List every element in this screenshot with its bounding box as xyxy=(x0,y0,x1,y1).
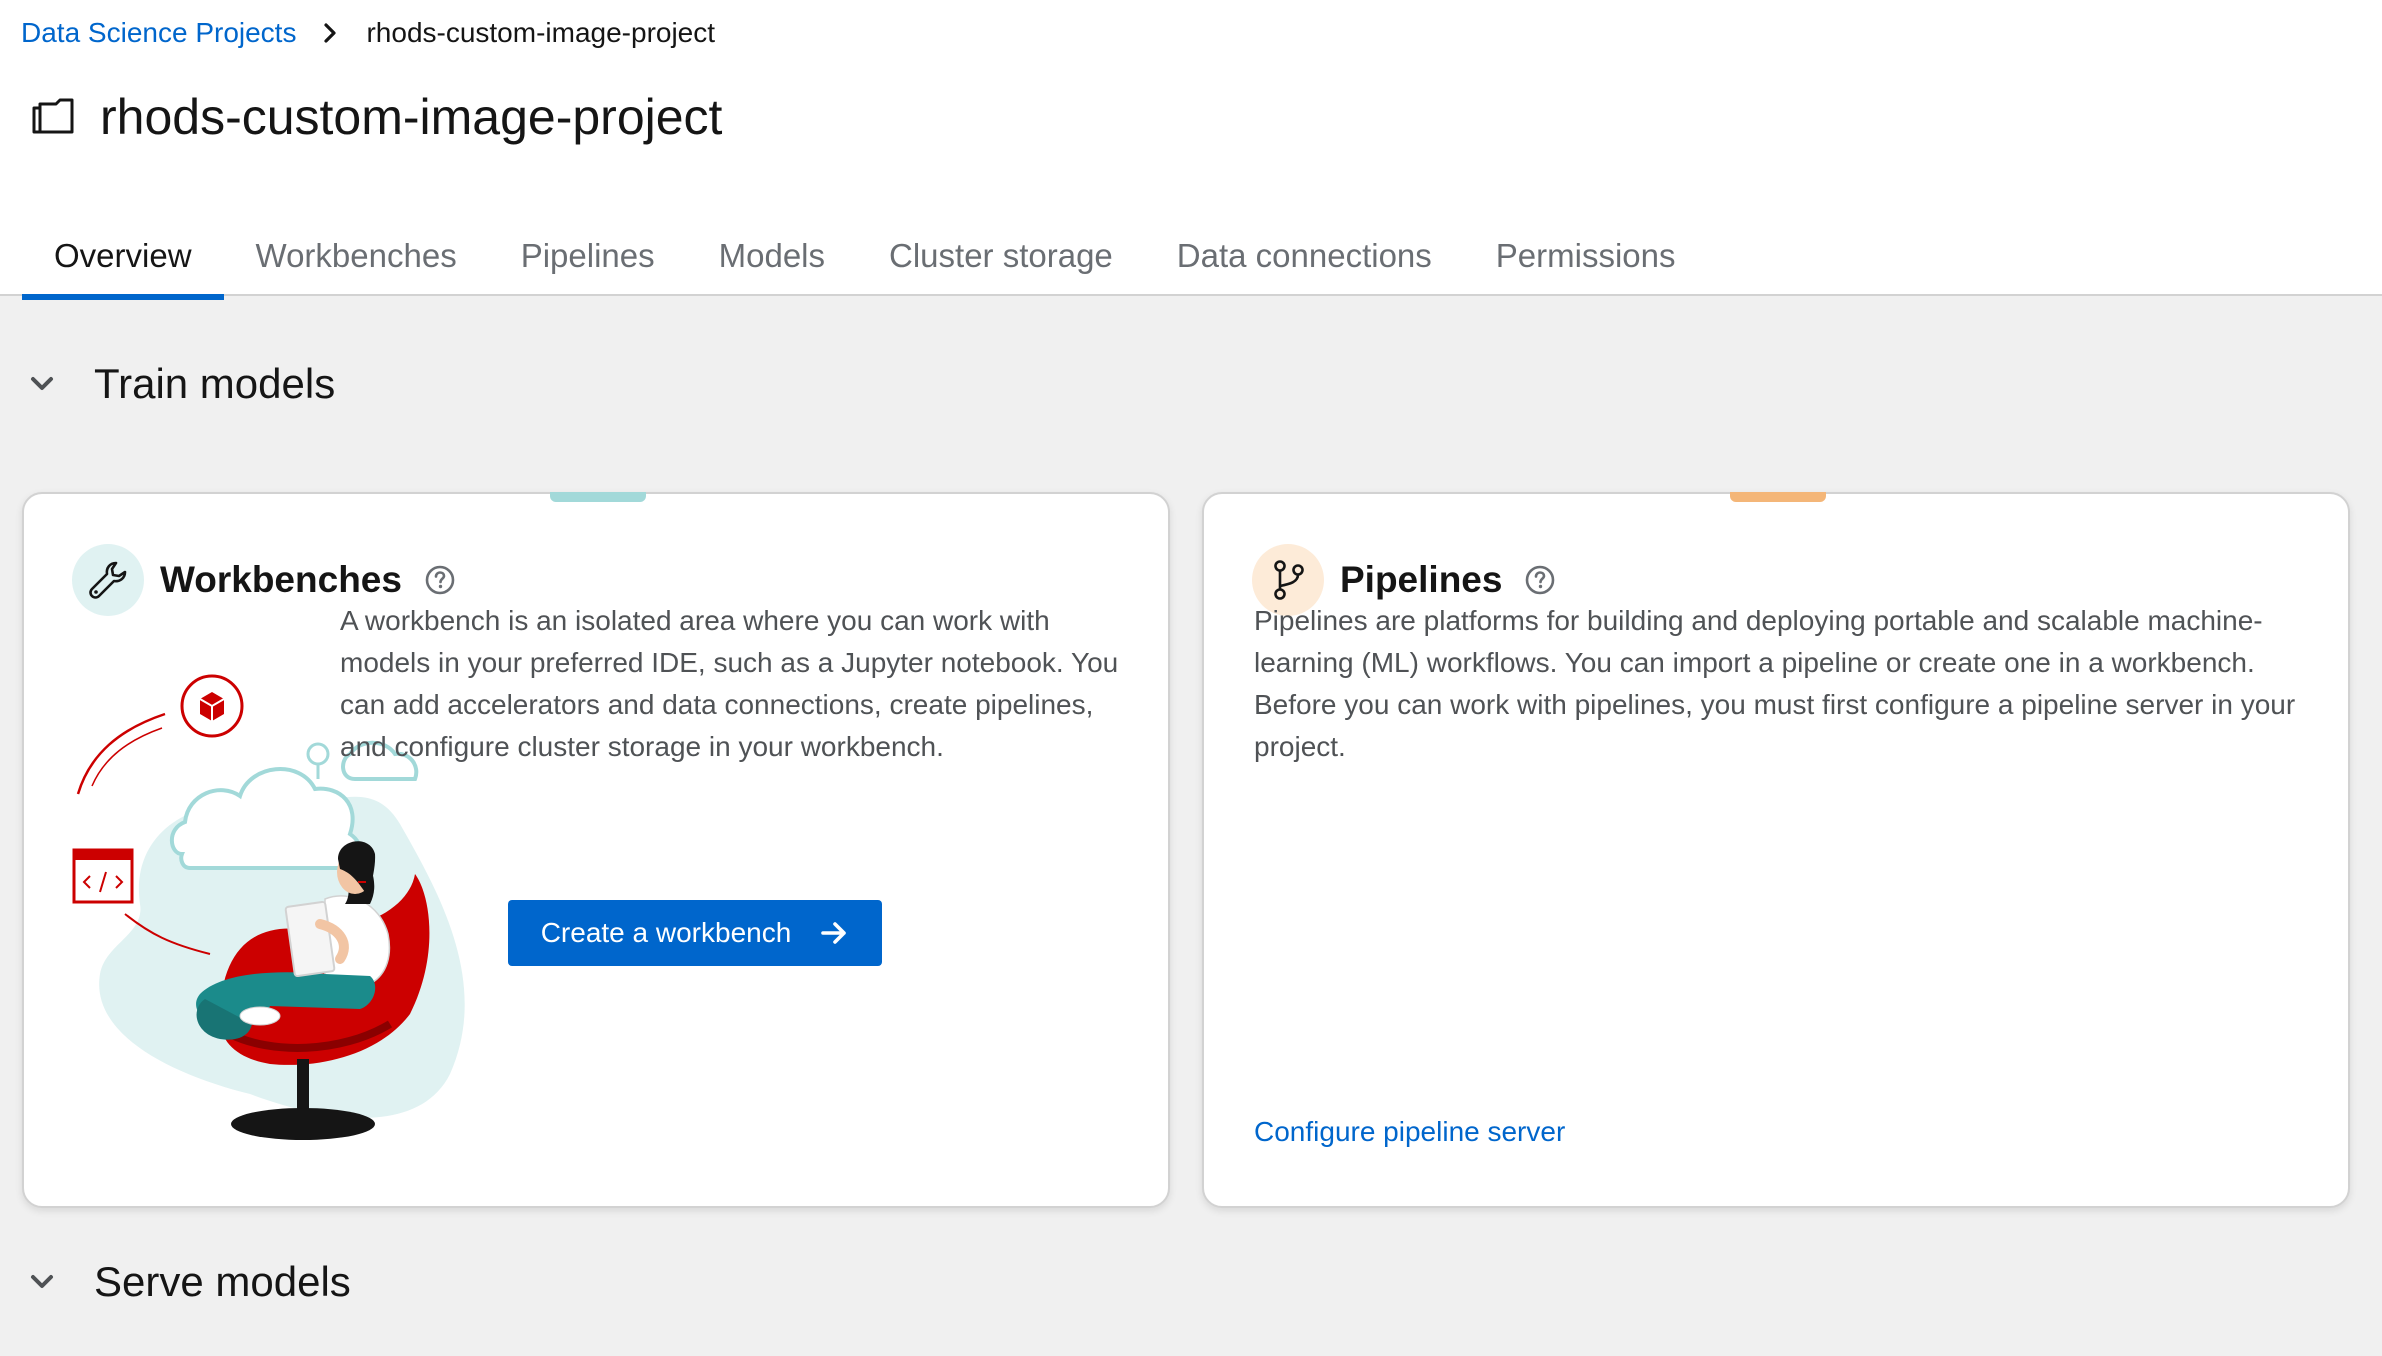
chevron-down-icon xyxy=(31,1275,53,1288)
create-workbench-button-label: Create a workbench xyxy=(540,917,792,948)
card-title-pipelines: Pipelines xyxy=(1340,559,1503,600)
workbenches-card: Workbenches A workbench is an isolated a… xyxy=(22,492,1170,1208)
tab-workbenches[interactable]: Workbenches xyxy=(224,226,489,296)
card-accent-bar xyxy=(1730,492,1826,502)
page-title-row: rhods-custom-image-project xyxy=(30,88,722,146)
card-description-workbenches: A workbench is an isolated area where yo… xyxy=(340,605,1119,762)
create-workbench-button[interactable]: Create a workbench xyxy=(508,900,882,966)
tab-overview[interactable]: Overview xyxy=(22,226,224,300)
page-title: rhods-custom-image-project xyxy=(100,89,723,145)
section-toggle-train-models[interactable]: Train models xyxy=(26,360,335,408)
card-description-pipelines: Pipelines are platforms for building and… xyxy=(1254,605,2296,762)
pipelines-card: Pipelines Pipelines are platforms for bu… xyxy=(1202,492,2350,1208)
card-accent-bar xyxy=(550,492,646,502)
help-icon[interactable] xyxy=(424,564,456,596)
page-header: Data Science Projects rhods-custom-image… xyxy=(0,0,2382,300)
arrow-right-icon xyxy=(821,922,847,944)
configure-pipeline-server-link[interactable]: Configure pipeline server xyxy=(1254,1116,1565,1148)
chevron-down-icon xyxy=(31,377,53,390)
chevron-right-icon xyxy=(324,23,337,43)
section-title-train-models: Train models xyxy=(94,360,336,407)
project-tabs: Overview Workbenches Pipelines Models Cl… xyxy=(22,226,1708,300)
card-title-workbenches: Workbenches xyxy=(160,559,402,600)
breadcrumb-link-data-science-projects[interactable]: Data Science Projects xyxy=(21,17,296,49)
breadcrumb: Data Science Projects rhods-custom-image… xyxy=(21,17,715,49)
wrench-icon xyxy=(72,544,144,616)
tab-permissions[interactable]: Permissions xyxy=(1464,226,1708,296)
breadcrumb-current: rhods-custom-image-project xyxy=(366,17,716,48)
section-title-serve-models: Serve models xyxy=(94,1258,351,1305)
help-icon[interactable] xyxy=(1524,564,1556,596)
tab-data-connections[interactable]: Data connections xyxy=(1145,226,1464,296)
tab-cluster-storage[interactable]: Cluster storage xyxy=(857,226,1145,296)
section-toggle-serve-models[interactable]: Serve models xyxy=(26,1258,351,1306)
tab-pipelines[interactable]: Pipelines xyxy=(489,226,687,296)
tab-models[interactable]: Models xyxy=(687,226,857,296)
project-icon xyxy=(32,98,74,134)
